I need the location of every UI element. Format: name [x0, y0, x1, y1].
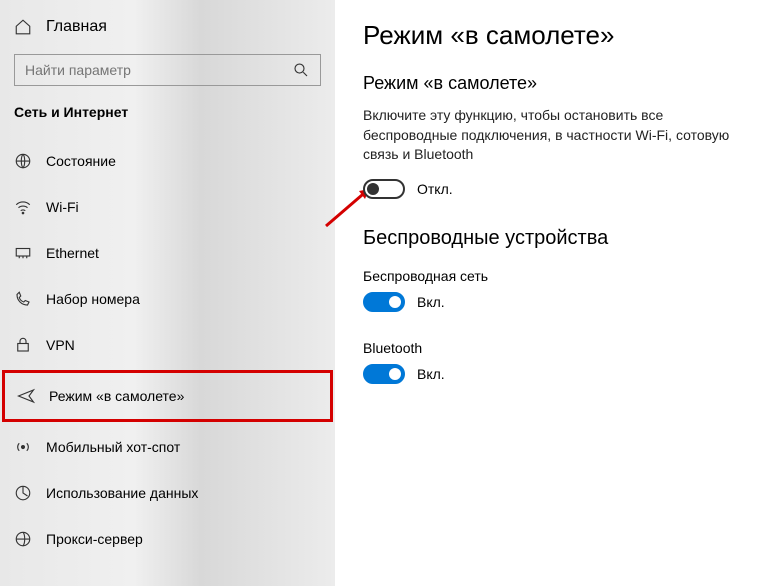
- vpn-icon: [14, 336, 32, 354]
- home-icon: [14, 18, 32, 36]
- proxy-icon: [14, 530, 32, 548]
- search-input[interactable]: [25, 62, 265, 78]
- sidebar-item-label: Набор номера: [46, 291, 140, 307]
- dialup-icon: [14, 290, 32, 308]
- sidebar-item-ethernet[interactable]: Ethernet: [0, 230, 335, 276]
- datausage-icon: [14, 484, 32, 502]
- home-label: Главная: [46, 18, 107, 36]
- sidebar-item-label: Прокси-сервер: [46, 531, 143, 547]
- wifi-toggle[interactable]: [363, 292, 405, 312]
- sidebar-item-label: VPN: [46, 337, 75, 353]
- hotspot-icon: [14, 438, 32, 456]
- home-link[interactable]: Главная: [0, 12, 335, 50]
- globe-icon: [14, 152, 32, 170]
- bluetooth-group: Bluetooth Вкл.: [363, 340, 735, 384]
- airplane-toggle-row: Откл.: [363, 179, 735, 199]
- bluetooth-label: Bluetooth: [363, 340, 735, 356]
- section-title: Сеть и Интернет: [0, 104, 335, 138]
- sidebar-item-label: Мобильный хот-спот: [46, 439, 180, 455]
- wireless-heading: Беспроводные устройства: [363, 227, 735, 250]
- sidebar-item-status[interactable]: Состояние: [0, 138, 335, 184]
- wifi-group: Беспроводная сеть Вкл.: [363, 268, 735, 312]
- sidebar-item-hotspot[interactable]: Мобильный хот-спот: [0, 424, 335, 470]
- ethernet-icon: [14, 244, 32, 262]
- main-content: Режим «в самолете» Режим «в самолете» Вк…: [335, 0, 763, 586]
- sidebar-item-label: Wi-Fi: [46, 199, 79, 215]
- sidebar-item-label: Состояние: [46, 153, 116, 169]
- search-input-container[interactable]: [14, 54, 321, 86]
- search-icon: [292, 61, 310, 79]
- sidebar-item-label: Использование данных: [46, 485, 198, 501]
- sidebar-item-label: Ethernet: [46, 245, 99, 261]
- bluetooth-toggle-label: Вкл.: [417, 366, 445, 382]
- wifi-icon: [14, 198, 32, 216]
- sidebar-item-dialup[interactable]: Набор номера: [0, 276, 335, 322]
- airplane-toggle[interactable]: [363, 179, 405, 199]
- page-title: Режим «в самолете»: [363, 20, 735, 51]
- airplane-icon: [17, 387, 35, 405]
- sidebar-item-label: Режим «в самолете»: [49, 388, 184, 404]
- sidebar-item-airplane[interactable]: Режим «в самолете»: [2, 370, 333, 422]
- airplane-description: Включите эту функцию, чтобы остановить в…: [363, 106, 735, 165]
- bluetooth-toggle[interactable]: [363, 364, 405, 384]
- wifi-toggle-label: Вкл.: [417, 294, 445, 310]
- sidebar: Главная Сеть и Интернет Состояние Wi-Fi …: [0, 0, 335, 586]
- sidebar-item-proxy[interactable]: Прокси-сервер: [0, 516, 335, 562]
- airplane-subheading: Режим «в самолете»: [363, 73, 735, 94]
- sidebar-item-datausage[interactable]: Использование данных: [0, 470, 335, 516]
- sidebar-item-wifi[interactable]: Wi-Fi: [0, 184, 335, 230]
- wifi-label: Беспроводная сеть: [363, 268, 735, 284]
- sidebar-item-vpn[interactable]: VPN: [0, 322, 335, 368]
- airplane-toggle-label: Откл.: [417, 181, 453, 197]
